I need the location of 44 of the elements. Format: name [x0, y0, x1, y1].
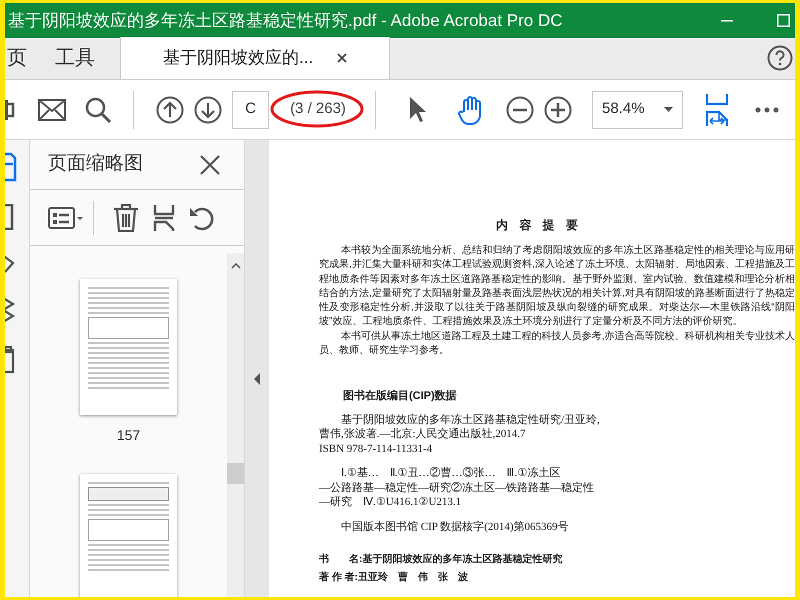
fit-page-icon[interactable]: [704, 92, 730, 126]
scrollbar[interactable]: [227, 253, 244, 597]
arrow-up-icon[interactable]: [156, 96, 184, 124]
page-heading: 内 容 提 要: [494, 217, 583, 234]
pointer-icon[interactable]: [408, 96, 426, 124]
zoom-in-icon[interactable]: [544, 96, 572, 124]
tab[interactable]: 页: [5, 37, 27, 79]
page-count: (3 / 263): [290, 99, 346, 120]
scroll-thumb[interactable]: [227, 463, 244, 484]
minimize-icon[interactable]: [721, 20, 733, 22]
more-icon[interactable]: [755, 106, 779, 112]
scroll-up-icon[interactable]: [231, 263, 241, 269]
page-thumbnail-icon[interactable]: [5, 152, 17, 182]
cip-heading: 图书在版编目(CIP)数据: [343, 388, 458, 404]
help-icon[interactable]: [767, 45, 793, 71]
body-paragraph: 本书可供从事冻土地区道路工程及土建工程的科技人员参考,亦适合高等院校、科研机构相关专业技术人员、教师、研究生学习参考。: [319, 330, 795, 358]
mail-icon[interactable]: [38, 98, 66, 120]
page-number-field[interactable]: C: [232, 90, 269, 128]
collapse-arrow-icon[interactable]: [254, 372, 260, 384]
tab[interactable]: 基于阴阳坡效应的...: [120, 37, 390, 79]
page-thumbnail[interactable]: [80, 474, 177, 597]
close-icon[interactable]: [200, 154, 220, 174]
thumbnail-options-icon[interactable]: [48, 206, 84, 228]
cip-paragraph: 中国版本图书馆 CIP 数据核字(2014)第065369号: [340, 520, 570, 534]
zoom-out-icon[interactable]: [506, 96, 534, 124]
arrow-down-icon[interactable]: [194, 96, 222, 124]
body-paragraph: 本书较为全面系统地分析、总结和归纳了考虑阴阳坡效应的多年冻土区路基稳定性的相关理论与应用研究成果,并汇集大量科研和实体工程试验观测资料,深入论述了冻土环境、太阳辐射、局地因素、工程措施及工程地质条件等因素对多年冻土区道路路基稳定性的影响。基于野外监测、室内试验、数值建模和理论分析相结合的方法,定量研究了太阳辐射量及路基表面浅层热状况的相关计算,对具有阴阳坡的路基断面进行了热稳定性及变形稳定性分析,并汲取了以往关于路基阴阳坡及纵向裂缝的研究成果。对柴达尔—木里铁路沿线“阴阳坡”效应、工程地质条件、工程措施效果及冻土环境分别进行了定量分析及不同方法的评价研究。: [319, 244, 795, 330]
maximize-icon[interactable]: [777, 14, 790, 27]
cip-paragraph: 基于阴阳坡效应的多年冻土区路基稳定性研究/丑亚玲, 曹伟,张波著.—北京:人民交通出版社,2014.7 ISBN 978-7-114-11331-4: [319, 412, 601, 456]
search-icon[interactable]: [85, 96, 111, 122]
clipboard-icon[interactable]: [5, 346, 17, 374]
colophon-line: 书 名:基于阴阳坡效应的多年冻土区路基稳定性研究: [319, 552, 564, 568]
trash-icon[interactable]: [113, 204, 139, 232]
extract-page-icon[interactable]: [153, 204, 175, 232]
tab[interactable]: 工具: [55, 37, 95, 79]
zoom-dropdown[interactable]: 58.4%: [592, 90, 683, 128]
colophon-line: 著 作 者:丑亚玲 曹 伟 张 波: [319, 570, 469, 586]
cip-paragraph: Ⅰ.①基… Ⅱ.①丑…②曹…③张… Ⅲ.①冻土区 —公路路基—稳定性—研究②冻土区—铁路路基—稳定性 —研究 Ⅳ.①U416.1②U213.1: [319, 466, 595, 510]
caret-icon: [664, 107, 673, 112]
page-number-label: 157: [116, 426, 140, 445]
window-title: 基于阴阳坡效应的多年冻土区路基稳定性研究.pdf - Adobe Acrobat Pro DC: [8, 10, 563, 32]
page-thumbnail[interactable]: [80, 279, 177, 415]
panel-title: 页面缩略图: [48, 152, 144, 176]
close-tab-icon[interactable]: [337, 53, 348, 63]
